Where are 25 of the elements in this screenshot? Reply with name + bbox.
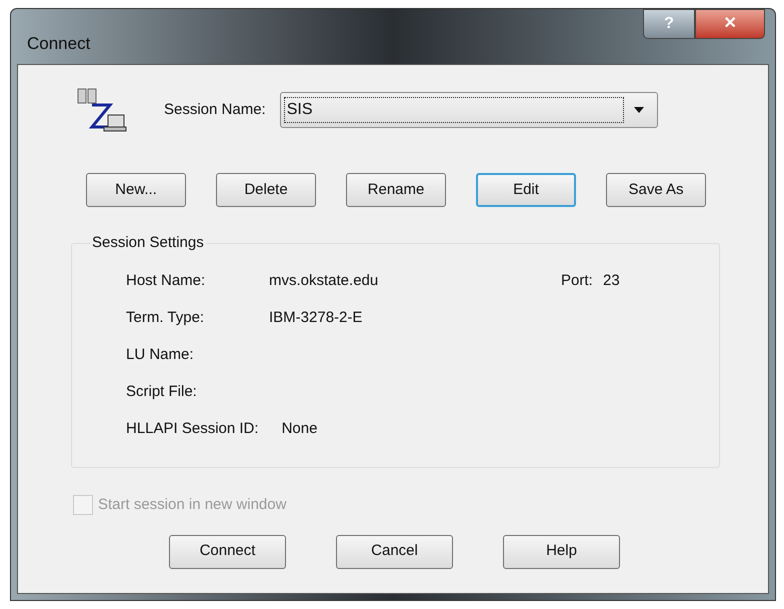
session-name-label: Session Name: (164, 100, 266, 120)
setting-label: Term. Type: (126, 308, 206, 328)
dialog-button[interactable]: Save As (606, 173, 706, 207)
session-name-dropdown[interactable]: SIS (280, 92, 658, 128)
dialog-button[interactable]: Connect (169, 534, 286, 568)
dialog-button[interactable]: Delete (216, 173, 316, 207)
setting-value: IBM-3278-2-E (269, 308, 362, 328)
terminal-icon (76, 87, 128, 133)
setting-label: Host Name: (126, 270, 206, 291)
setting-label: LU Name: (126, 344, 195, 365)
setting-value: None (282, 418, 318, 439)
dialog-button[interactable]: Cancel (336, 534, 453, 568)
setting-value: 23 (603, 270, 620, 291)
dropdown-arrow-icon (634, 107, 644, 113)
setting-label: Script File: (126, 382, 198, 402)
dialog-button[interactable]: Help (503, 534, 620, 568)
checkbox-label: Start session in new window (98, 495, 286, 515)
dialog-button[interactable]: Edit (476, 173, 576, 207)
window-title: Connect (27, 33, 90, 55)
setting-label: Port: (561, 270, 591, 291)
dialog-button[interactable]: Rename (346, 173, 446, 207)
dialog-button[interactable]: New... (86, 173, 186, 207)
setting-value: mvs.okstate.edu (269, 270, 380, 291)
session-name-value: SIS (284, 97, 624, 123)
setting-label: HLLAPI Session ID: (126, 418, 259, 439)
